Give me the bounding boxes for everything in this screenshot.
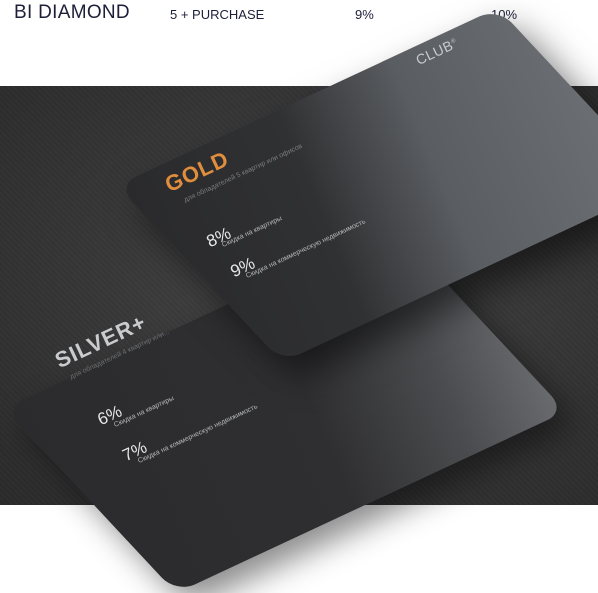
- tier-discount-apartments: 9%: [355, 7, 374, 22]
- tier-condition: 5 + PURCHASE: [170, 7, 265, 22]
- tier-name: BI DIAMOND: [14, 2, 130, 23]
